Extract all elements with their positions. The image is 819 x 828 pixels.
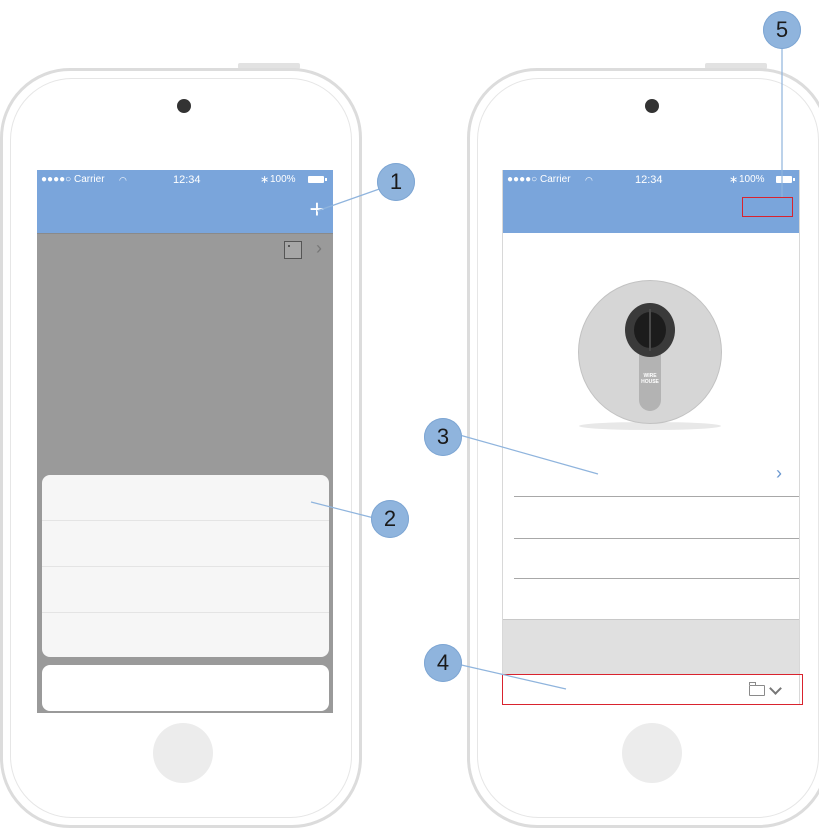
action-sheet-cancel[interactable]	[42, 665, 329, 711]
lock-knob	[625, 303, 675, 357]
phone-right-home-button	[622, 723, 682, 783]
footer-gray-panel	[503, 619, 799, 676]
battery-icon	[776, 176, 795, 183]
header-divider	[37, 233, 333, 234]
callout-5: 5	[763, 11, 801, 49]
highlight-box-header-action	[742, 197, 793, 217]
add-icon[interactable]: +	[307, 196, 327, 222]
device-row[interactable]: ›	[514, 453, 799, 497]
phone-left-home-button	[153, 723, 213, 783]
left-status-bar: ●●●●○ Carrier ◠ 12:34 ∗ 100%	[37, 170, 333, 190]
battery-percent: 100%	[739, 174, 765, 185]
action-sheet-option[interactable]	[42, 475, 329, 521]
bluetooth-icon: ∗	[729, 174, 739, 186]
lock-logo-text: WIRE HOUSE	[641, 373, 659, 385]
status-time: 12:34	[635, 174, 663, 186]
callout-3: 3	[424, 418, 462, 456]
bluetooth-icon: ∗	[260, 174, 270, 186]
wifi-icon: ◠	[585, 175, 593, 185]
action-sheet-option[interactable]	[42, 567, 329, 613]
action-sheet	[42, 475, 329, 657]
lock-cylinder-illustration: WIRE HOUSE	[578, 280, 722, 424]
callout-4: 4	[424, 644, 462, 682]
signal-carrier-text: ●●●●○ Carrier	[507, 174, 571, 185]
chevron-right-icon: ›	[776, 463, 782, 483]
list-row[interactable]	[514, 539, 799, 579]
signal-carrier-text: ●●●●○ Carrier	[41, 174, 105, 185]
right-status-bar: ●●●●○ Carrier ◠ 12:34 ∗ 100%	[503, 170, 799, 190]
battery-percent: 100%	[270, 174, 296, 185]
phone-right-screen: ●●●●○ Carrier ◠ 12:34 ∗ 100% WIRE HOUSE …	[502, 170, 800, 705]
action-sheet-option[interactable]	[42, 521, 329, 567]
phone-left-camera	[177, 99, 191, 113]
phone-left-screen: ●●●●○ Carrier ◠ 12:34 ∗ 100% + ›	[37, 170, 333, 713]
highlight-box-bottom-toolbar	[502, 674, 803, 705]
battery-icon	[308, 176, 327, 183]
status-time: 12:34	[173, 174, 201, 186]
wifi-icon: ◠	[119, 175, 127, 185]
action-sheet-option[interactable]	[42, 613, 329, 657]
phone-right-camera	[645, 99, 659, 113]
window-icon[interactable]	[284, 241, 302, 259]
list-row[interactable]	[514, 579, 799, 619]
list-row[interactable]	[514, 497, 799, 539]
callout-2: 2	[371, 500, 409, 538]
callout-1: 1	[377, 163, 415, 201]
chevron-right-icon[interactable]: ›	[316, 238, 322, 259]
